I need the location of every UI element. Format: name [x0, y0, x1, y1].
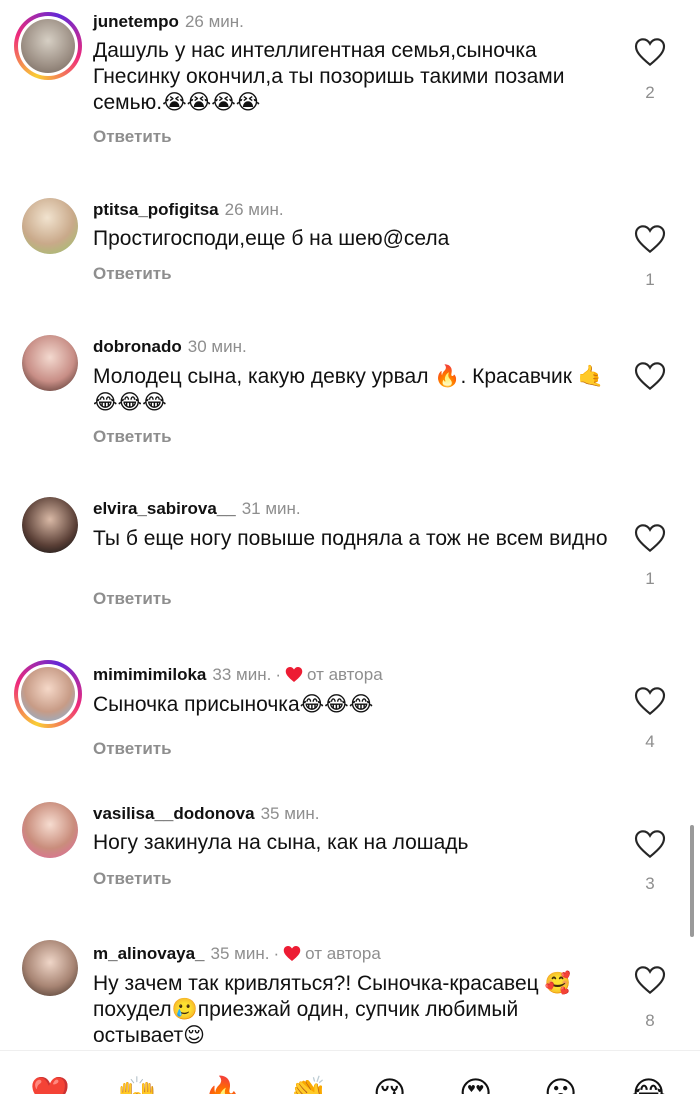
author-liked-heart-icon	[283, 946, 301, 961]
timestamp: 30 мин.	[187, 337, 247, 356]
reply-button[interactable]: Ответить	[93, 739, 172, 759]
separator-dot: ·	[273, 944, 280, 963]
separator-dot: ·	[275, 665, 281, 684]
comment-meta: m_alinovaya_ 35 мин. · от автора	[93, 944, 381, 964]
comment-meta: ptitsa_pofigitsa 26 мин.	[93, 200, 284, 220]
comment-text: Сыночка присыночка😂😂😂	[93, 693, 374, 716]
username[interactable]: vasilisa__dodonova	[93, 804, 255, 823]
emoji-surprised[interactable]: 😮	[544, 1077, 577, 1094]
reply-button[interactable]: Ответить	[93, 427, 172, 447]
username[interactable]: dobronado	[93, 337, 182, 356]
emoji-heart-eyes[interactable]: 😍	[459, 1077, 492, 1094]
like-count: 8	[645, 1011, 655, 1030]
like-count: 4	[645, 732, 655, 751]
comment-meta: mimimimiloka 33 мин. · от автора	[93, 665, 383, 685]
timestamp: 26 мин.	[224, 200, 284, 219]
emoji-fire[interactable]: 🔥	[203, 1077, 243, 1094]
emoji-reaction-bar: ❤️ 🙌 🔥 👏 😢 😍 😮 😂	[0, 1050, 700, 1094]
scrollbar[interactable]	[690, 825, 694, 937]
author-liked-label: от автора	[305, 944, 381, 963]
comment-text: Ну зачем так кривляться?! Сыночка-красав…	[93, 972, 571, 1047]
heart-icon[interactable]	[634, 829, 666, 859]
timestamp: 33 мин.	[212, 665, 272, 684]
comment-meta: dobronado 30 мин.	[93, 337, 247, 357]
comment-meta: junetempo 26 мин.	[93, 12, 244, 32]
reply-button[interactable]: Ответить	[93, 127, 172, 147]
avatar[interactable]	[14, 660, 82, 728]
username[interactable]: m_alinovaya_	[93, 944, 205, 963]
like-count: 2	[645, 83, 655, 102]
heart-icon[interactable]	[634, 965, 666, 995]
comment-meta: vasilisa__dodonova 35 мин.	[93, 804, 320, 824]
avatar[interactable]	[22, 497, 78, 553]
author-liked-label: от автора	[306, 665, 383, 684]
emoji-clap[interactable]: 👏	[288, 1077, 328, 1094]
comment-text: Ты б еще ногу повыше подняла а тож не вс…	[93, 527, 608, 550]
timestamp: 35 мин.	[260, 804, 320, 823]
avatar[interactable]	[22, 940, 78, 996]
comment-text: Ногу закинула на сына, как на лошадь	[93, 831, 469, 854]
comment-text: Дашуль у нас интеллигентная семья,сыночк…	[93, 39, 565, 114]
username[interactable]: junetempo	[93, 12, 179, 31]
heart-icon[interactable]	[634, 361, 666, 391]
avatar[interactable]	[22, 335, 78, 391]
avatar[interactable]	[22, 198, 78, 254]
reply-button[interactable]: Ответить	[93, 264, 172, 284]
heart-icon[interactable]	[634, 224, 666, 254]
username[interactable]: mimimimiloka	[93, 665, 206, 684]
reply-button[interactable]: Ответить	[93, 869, 172, 889]
username[interactable]: ptitsa_pofigitsa	[93, 200, 219, 219]
emoji-laugh[interactable]: 😂	[630, 1077, 667, 1094]
timestamp: 35 мин.	[210, 944, 270, 963]
like-count: 1	[645, 569, 655, 588]
emoji-cry[interactable]: 😢	[373, 1077, 406, 1094]
heart-icon[interactable]	[634, 523, 666, 553]
emoji-heart[interactable]: ❤️	[30, 1077, 70, 1094]
username[interactable]: elvira_sabirova__	[93, 499, 236, 518]
comment-text: Простигосподи,еще б на шею@села	[93, 227, 450, 250]
emoji-raised-hands[interactable]: 🙌	[117, 1077, 157, 1094]
heart-icon[interactable]	[634, 686, 666, 716]
reply-button[interactable]: Ответить	[93, 589, 172, 609]
comment-meta: elvira_sabirova__ 31 мин.	[93, 499, 301, 519]
heart-icon[interactable]	[634, 37, 666, 67]
avatar[interactable]	[14, 12, 82, 80]
comment-text: Молодец сына, какую девку урвал 🔥. Краса…	[93, 365, 604, 414]
like-count: 1	[645, 270, 655, 289]
timestamp: 31 мин.	[241, 499, 301, 518]
author-liked-heart-icon	[285, 667, 303, 682]
like-count: 3	[645, 874, 655, 893]
timestamp: 26 мин.	[184, 12, 244, 31]
avatar[interactable]	[22, 802, 78, 858]
